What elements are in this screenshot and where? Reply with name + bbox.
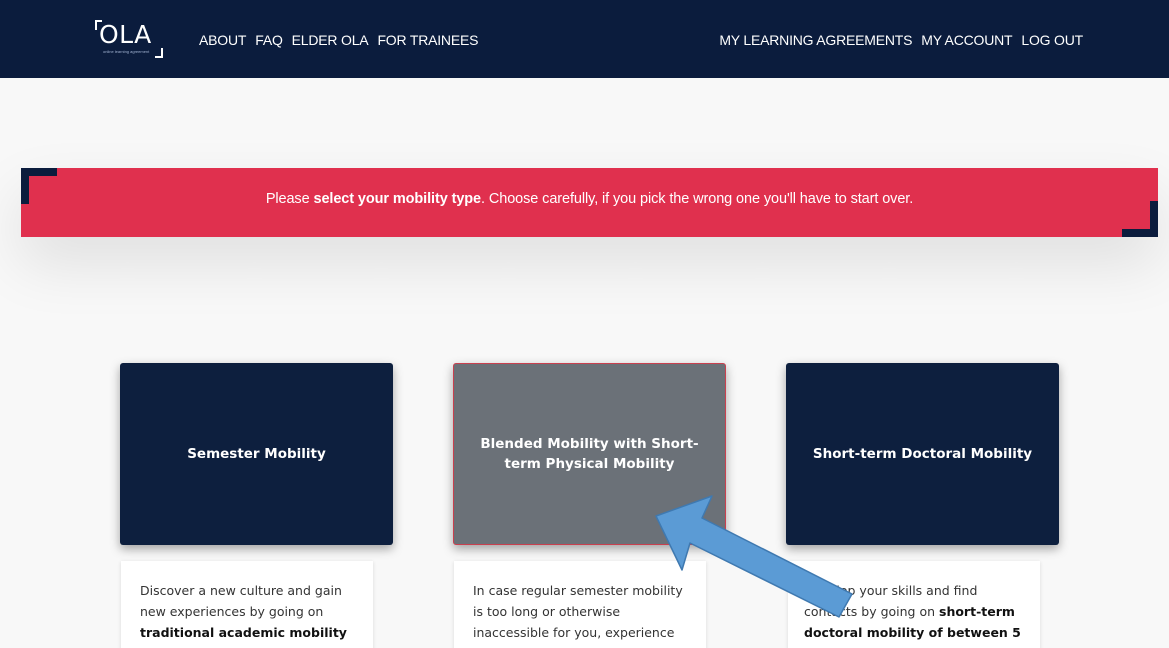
nav-link-log-out[interactable]: LOG OUT [1021, 32, 1083, 48]
banner-text-bold: select your mobility type [313, 191, 482, 207]
ola-logo[interactable]: OLA online learning agreement [95, 18, 170, 60]
card-title: Semester Mobility [187, 446, 326, 462]
logo-bracket-bottom-right [155, 48, 163, 58]
description-text: Discover a new culture and gain new expe… [140, 583, 342, 619]
nav-link-elder-ola[interactable]: ELDER OLA [292, 32, 369, 48]
mobility-type-banner: Please select your mobility type. Choose… [21, 168, 1158, 237]
mobility-card-semester[interactable]: Semester Mobility [120, 363, 393, 545]
top-navbar: OLA online learning agreement ABOUT FAQ … [0, 0, 1169, 78]
nav-right-links: MY LEARNING AGREEMENTS MY ACCOUNT LOG OU… [719, 32, 1083, 48]
banner-text-pre: Please [265, 191, 314, 207]
nav-link-my-learning-agreements[interactable]: MY LEARNING AGREEMENTS [719, 32, 912, 48]
nav-link-about[interactable]: ABOUT [199, 32, 246, 48]
card-title: Short-term Doctoral Mobility [812, 446, 1033, 462]
banner-corner-bottom-right [1122, 201, 1158, 237]
logo-text: OLA [99, 20, 152, 49]
mobility-card-short-term-doctoral[interactable]: Short-term Doctoral Mobility [786, 363, 1059, 545]
banner-message: Please select your mobility type. Choose… [21, 191, 1158, 207]
banner-text-post: . Choose carefully, if you pick the wron… [481, 191, 914, 207]
nav-left-links: ABOUT FAQ ELDER OLA FOR TRAINEES [199, 32, 487, 48]
nav-link-faq[interactable]: FAQ [255, 32, 283, 48]
annotation-arrow-icon [655, 495, 853, 618]
card-description-blended: In case regular semester mobility is too… [454, 561, 706, 648]
page: OLA online learning agreement ABOUT FAQ … [0, 0, 1169, 648]
description-text: In case regular semester mobility is too… [473, 583, 683, 648]
nav-link-my-account[interactable]: MY ACCOUNT [921, 32, 1012, 48]
card-description-semester: Discover a new culture and gain new expe… [121, 561, 373, 648]
nav-link-for-trainees[interactable]: FOR TRAINEES [377, 32, 478, 48]
mobility-card-blended[interactable]: Blended Mobility with Short-term Physica… [453, 363, 726, 545]
logo-subtitle: online learning agreement [103, 49, 150, 54]
card-title: Blended Mobility with Short-term Physica… [480, 436, 699, 472]
description-bold-text: traditional academic mobility of between… [140, 625, 347, 648]
card-description-short-term-doctoral: Develop your skills and find contacts by… [788, 561, 1040, 648]
